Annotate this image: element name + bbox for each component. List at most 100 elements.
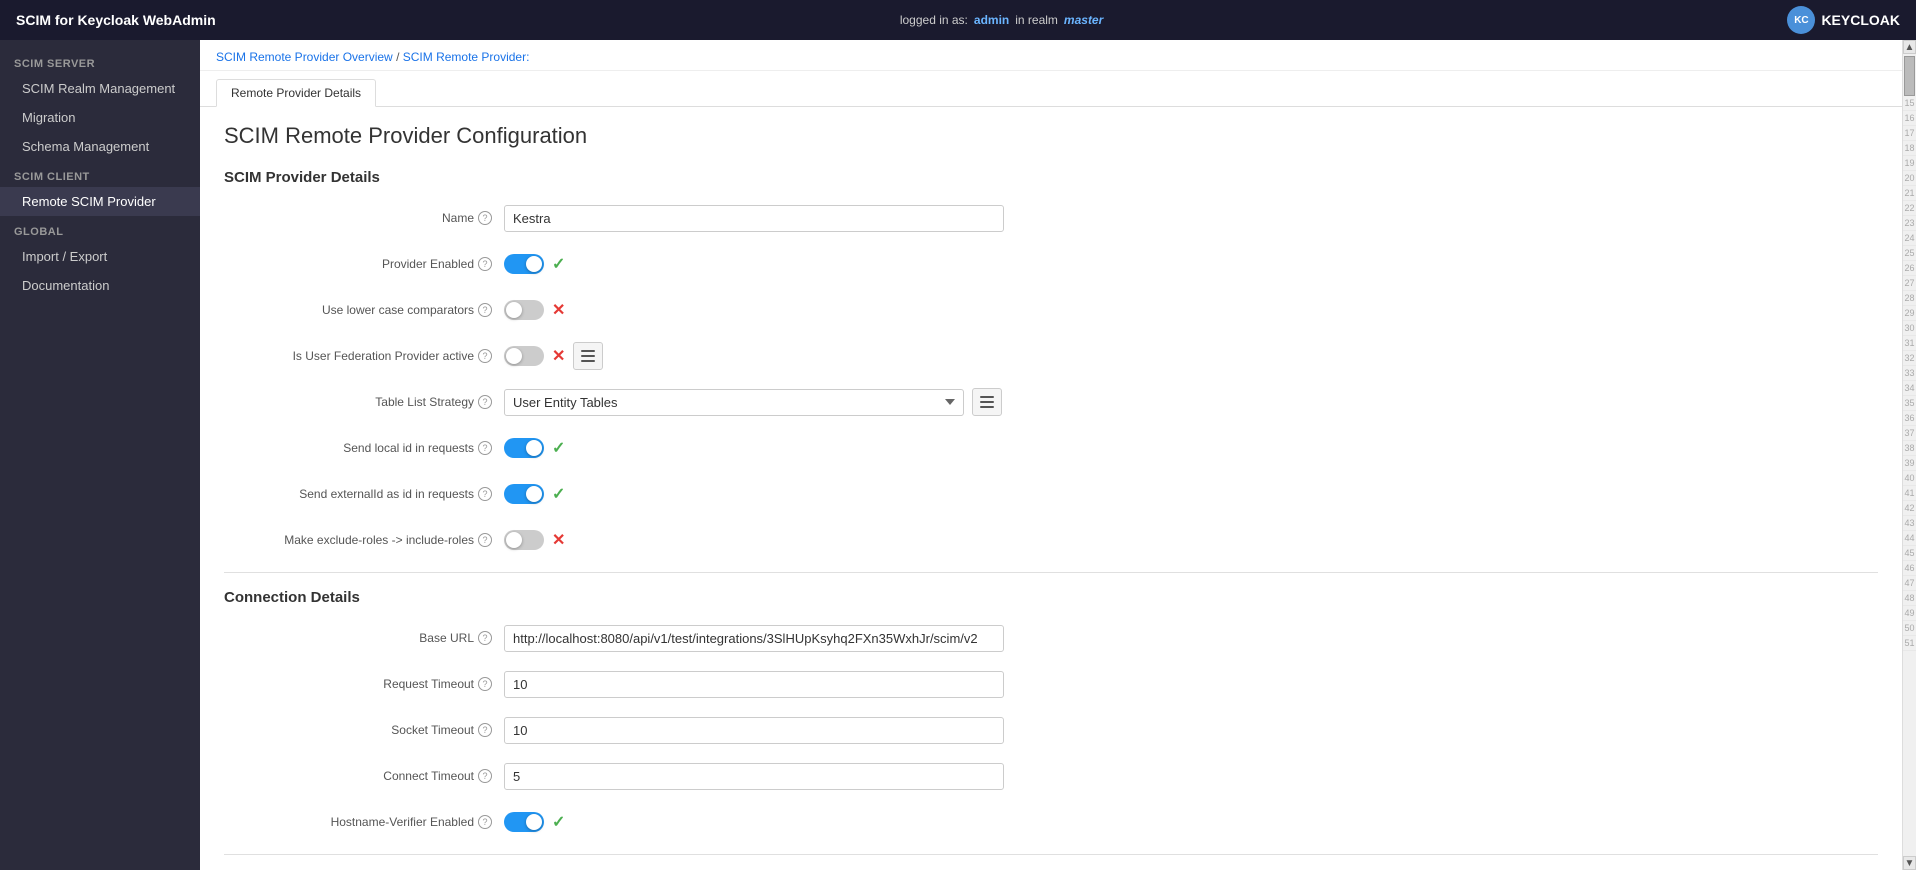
send-local-id-control: ✓ [504,438,1004,458]
socket-timeout-info-icon[interactable]: ? [478,723,492,737]
request-timeout-label: Request Timeout ? [224,677,504,691]
sidebar-item-remote-scim-provider[interactable]: Remote SCIM Provider [0,187,200,216]
send-local-id-toggle[interactable] [504,438,544,458]
line-number: 30 [1903,321,1916,336]
user-federation-label: Is User Federation Provider active ? [224,349,504,363]
line-number: 38 [1903,441,1916,456]
sidebar-section-global: Global [0,216,200,242]
user-federation-lines-button[interactable] [573,342,603,370]
line-number: 44 [1903,531,1916,546]
table-list-strategy-lines-button[interactable] [972,388,1002,416]
breadcrumb-current-link[interactable]: SCIM Remote Provider: [403,50,530,64]
provider-enabled-check: ✓ [552,254,565,274]
sidebar-item-import-export[interactable]: Import / Export [0,242,200,271]
send-external-id-info-icon[interactable]: ? [478,487,492,501]
socket-timeout-label: Socket Timeout ? [224,723,504,737]
name-info-icon[interactable]: ? [478,211,492,225]
user-federation-row: Is User Federation Provider active ? ✕ [224,340,1878,372]
sidebar-item-migration[interactable]: Migration [0,103,200,132]
page-title: SCIM Remote Provider Configuration [224,123,1878,149]
connect-timeout-input[interactable] [504,763,1004,790]
keycloak-logo-icon: KC [1787,6,1815,34]
line-number: 33 [1903,366,1916,381]
scrollbar-right: ▲ 15161718192021222324252627282930313233… [1902,40,1916,870]
main-content: SCIM Remote Provider Overview / SCIM Rem… [200,40,1902,870]
base-url-input[interactable] [504,625,1004,652]
admin-user-link[interactable]: admin [974,13,1009,27]
sidebar-item-documentation[interactable]: Documentation [0,271,200,300]
table-list-strategy-info-icon[interactable]: ? [478,395,492,409]
make-exclude-info-icon[interactable]: ? [478,533,492,547]
line-number: 42 [1903,501,1916,516]
provider-enabled-toggle[interactable] [504,254,544,274]
sidebar-item-schema-management[interactable]: Schema Management [0,132,200,161]
send-external-id-toggle[interactable] [504,484,544,504]
lower-case-toggle-wrapper: ✕ [504,300,1004,320]
scrollbar-up-arrow[interactable]: ▲ [1903,40,1916,54]
section-divider [224,572,1878,573]
keycloak-logo-area: KC KEYCLOAK [1787,6,1900,34]
line-number: 40 [1903,471,1916,486]
send-local-id-row: Send local id in requests ? ✓ [224,432,1878,464]
breadcrumb: SCIM Remote Provider Overview / SCIM Rem… [200,40,1902,71]
connection-details-section-title: Connection Details [224,589,1878,606]
provider-enabled-toggle-wrapper: ✓ [504,254,1004,274]
line-number: 49 [1903,606,1916,621]
base-url-control [504,625,1004,652]
line-number: 19 [1903,156,1916,171]
user-federation-info-icon[interactable]: ? [478,349,492,363]
socket-timeout-input[interactable] [504,717,1004,744]
sidebar-item-realm-management[interactable]: SCIM Realm Management [0,74,200,103]
line-number: 29 [1903,306,1916,321]
sidebar-section-scim-server: SCIM Server [0,48,200,74]
user-federation-toggle[interactable] [504,346,544,366]
app-header: SCIM for Keycloak WebAdmin logged in as:… [0,0,1916,40]
send-external-id-control: ✓ [504,484,1004,504]
line-number: 35 [1903,396,1916,411]
connect-timeout-label: Connect Timeout ? [224,769,504,783]
send-local-id-toggle-thumb [526,440,542,456]
provider-enabled-label: Provider Enabled ? [224,257,504,271]
line-numbers: 1516171819202122232425262728293031323334… [1903,54,1916,856]
user-federation-control: ✕ [504,342,1004,370]
line-number: 17 [1903,126,1916,141]
user-federation-toggle-thumb [506,348,522,364]
name-input[interactable] [504,205,1004,232]
sidebar-section-scim-client: SCIM Client [0,161,200,187]
socket-timeout-row: Socket Timeout ? [224,714,1878,746]
table-list-strategy-select[interactable]: User Entity Tables Custom Strategy [504,389,964,416]
line-number: 46 [1903,561,1916,576]
breadcrumb-overview-link[interactable]: SCIM Remote Provider Overview [216,50,393,64]
truststore-divider [224,854,1878,855]
line-number: 28 [1903,291,1916,306]
tab-remote-provider-details[interactable]: Remote Provider Details [216,79,376,107]
lower-case-toggle[interactable] [504,300,544,320]
provider-enabled-info-icon[interactable]: ? [478,257,492,271]
request-timeout-control [504,671,1004,698]
line-number: 39 [1903,456,1916,471]
realm-name[interactable]: master [1064,13,1103,27]
request-timeout-info-icon[interactable]: ? [478,677,492,691]
make-exclude-row: Make exclude-roles -> include-roles ? ✕ [224,524,1878,556]
make-exclude-label: Make exclude-roles -> include-roles ? [224,533,504,547]
hostname-verifier-info-icon[interactable]: ? [478,815,492,829]
scrollbar-down-arrow[interactable]: ▼ [1903,856,1916,870]
lower-case-info-icon[interactable]: ? [478,303,492,317]
hostname-verifier-toggle[interactable] [504,812,544,832]
app-title: SCIM for Keycloak WebAdmin [16,12,216,28]
request-timeout-input[interactable] [504,671,1004,698]
hostname-verifier-toggle-thumb [526,814,542,830]
send-local-id-info-icon[interactable]: ? [478,441,492,455]
make-exclude-toggle-thumb [506,532,522,548]
base-url-info-icon[interactable]: ? [478,631,492,645]
connect-timeout-row: Connect Timeout ? [224,760,1878,792]
realm-label: in realm [1015,13,1058,27]
scrollbar-thumb[interactable] [1904,56,1915,96]
name-label: Name ? [224,211,504,225]
send-external-id-check: ✓ [552,484,565,504]
table-list-strategy-wrapper: User Entity Tables Custom Strategy [504,388,1004,416]
make-exclude-toggle[interactable] [504,530,544,550]
connect-timeout-info-icon[interactable]: ? [478,769,492,783]
line-number: 34 [1903,381,1916,396]
request-timeout-row: Request Timeout ? [224,668,1878,700]
